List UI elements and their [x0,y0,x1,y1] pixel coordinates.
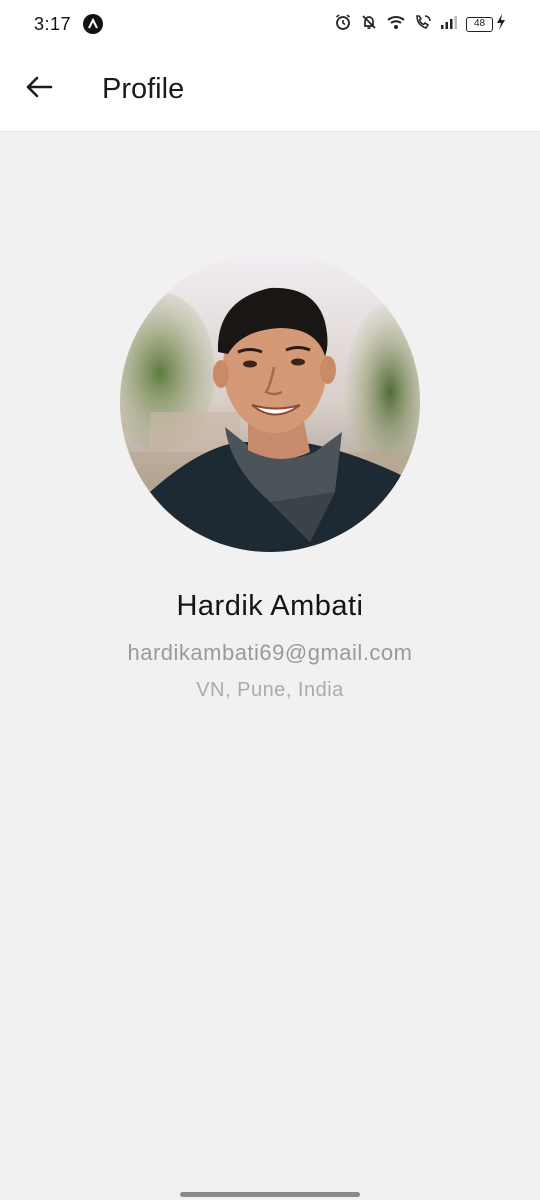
app-notification-icon [83,14,104,34]
wifi-icon [386,14,406,35]
page-title: Profile [102,73,185,105]
charging-icon [496,13,506,35]
status-time: 3:17 [34,13,72,34]
profile-screen: 3:17 48 Profile Hardik Ambati hardikamba… [0,0,540,1200]
arrow-left-icon [25,75,53,104]
back-button[interactable] [11,62,67,118]
battery-level: 48 [466,16,493,32]
mute-icon [360,13,378,36]
avatar [120,252,420,552]
profile-location: VN, Pune, India [196,679,344,701]
status-bar: 3:17 48 [0,0,540,48]
alarm-icon [334,13,352,36]
wifi-calling-icon [414,13,432,36]
home-indicator[interactable] [180,1192,360,1197]
battery-icon: 48 [466,13,506,35]
profile-photo [120,252,420,552]
profile-email: hardikambati69@gmail.com [127,640,413,665]
app-bar: Profile [0,48,540,132]
status-icons: 48 [334,13,506,36]
profile-name: Hardik Ambati [176,590,364,622]
signal-icon [440,15,458,34]
